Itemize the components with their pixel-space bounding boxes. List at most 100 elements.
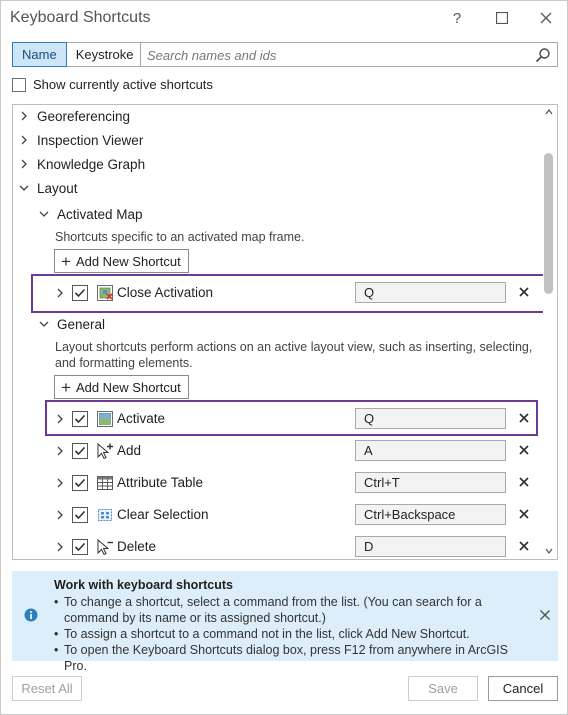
chevron-right-icon[interactable] xyxy=(55,288,65,298)
chevron-down-icon[interactable] xyxy=(39,209,49,219)
command-checkbox[interactable] xyxy=(72,475,88,491)
info-bullet: • To open the Keyboard Shortcuts dialog b… xyxy=(54,643,508,673)
command-name: Close Activation xyxy=(117,285,214,300)
add-new-shortcut-button[interactable]: + Add New Shortcut xyxy=(54,375,189,399)
search-box xyxy=(140,42,558,67)
chevron-right-icon[interactable] xyxy=(55,542,65,552)
checkmark-icon xyxy=(74,288,86,298)
subgroup-activated-map[interactable]: Activated Map xyxy=(39,203,143,225)
group-label: Georeferencing xyxy=(37,108,131,124)
add-new-shortcut-label: Add New Shortcut xyxy=(75,379,181,395)
shortcut-key-field[interactable]: Q xyxy=(355,282,506,303)
command-checkbox[interactable] xyxy=(72,539,88,555)
chevron-right-icon[interactable] xyxy=(55,414,65,424)
show-active-label: Show currently active shortcuts xyxy=(33,77,213,92)
remove-shortcut-icon[interactable] xyxy=(516,284,532,300)
group-label: Layout xyxy=(37,180,78,196)
chevron-right-icon[interactable] xyxy=(19,159,29,169)
remove-shortcut-icon[interactable] xyxy=(516,538,532,554)
chevron-down-icon[interactable] xyxy=(19,183,29,193)
info-title: Work with keyboard shortcuts xyxy=(54,578,233,592)
plus-icon: + xyxy=(61,377,71,397)
subgroup-description: Layout shortcuts perform actions on an a… xyxy=(55,340,533,370)
command-row-delete[interactable]: Delete D xyxy=(13,533,543,559)
info-icon xyxy=(24,608,38,622)
maximize-icon[interactable] xyxy=(488,6,516,30)
shortcut-list-panel: Georeferencing Inspection Viewer Knowled… xyxy=(12,104,558,560)
scroll-up-icon[interactable] xyxy=(545,108,553,116)
keyboard-shortcuts-dialog: Keyboard Shortcuts ? Name Keystroke Show… xyxy=(0,0,568,715)
help-icon[interactable]: ? xyxy=(443,6,471,30)
add-new-shortcut-label: Add New Shortcut xyxy=(75,253,181,269)
reset-all-button[interactable]: Reset All xyxy=(12,676,82,701)
cancel-button[interactable]: Cancel xyxy=(488,676,558,701)
subgroup-label: General xyxy=(57,316,106,332)
command-name: Clear Selection xyxy=(117,507,209,522)
checkmark-icon xyxy=(74,542,86,552)
group-label: Inspection Viewer xyxy=(37,132,144,148)
plus-icon: + xyxy=(61,251,71,271)
command-checkbox[interactable] xyxy=(72,285,88,301)
command-name: Delete xyxy=(117,539,157,554)
chevron-right-icon[interactable] xyxy=(55,478,65,488)
chevron-right-icon[interactable] xyxy=(19,135,29,145)
checkmark-icon xyxy=(74,478,86,488)
info-bullets: • To change a shortcut, select a command … xyxy=(54,594,524,674)
scrollbar-thumb[interactable] xyxy=(544,153,553,294)
command-checkbox[interactable] xyxy=(72,411,88,427)
info-bullet: • To assign a shortcut to a command not i… xyxy=(54,627,470,641)
checkmark-icon xyxy=(74,510,86,520)
remove-shortcut-icon[interactable] xyxy=(516,474,532,490)
checkmark-icon xyxy=(74,446,86,456)
subgroup-description: Shortcuts specific to an activated map f… xyxy=(55,230,305,244)
command-checkbox[interactable] xyxy=(72,507,88,523)
sort-mode-toggle: Name Keystroke xyxy=(12,42,144,67)
show-active-checkbox[interactable] xyxy=(12,77,26,92)
chevron-down-icon[interactable] xyxy=(39,319,49,329)
shortcut-key-field[interactable]: A xyxy=(355,440,506,461)
shortcut-key-field[interactable]: Ctrl+T xyxy=(355,472,506,493)
scroll-down-icon[interactable] xyxy=(545,547,553,555)
group-georeferencing[interactable]: Georeferencing xyxy=(19,105,130,127)
chevron-right-icon[interactable] xyxy=(55,446,65,456)
remove-shortcut-icon[interactable] xyxy=(516,506,532,522)
dismiss-info-icon[interactable] xyxy=(539,609,551,621)
search-input[interactable] xyxy=(147,46,527,64)
command-row-add[interactable]: Add A xyxy=(13,437,543,465)
activate-map-icon xyxy=(97,411,113,427)
shortcut-key-field[interactable]: Q xyxy=(355,408,506,429)
delete-pointer-icon xyxy=(97,538,113,556)
show-active-shortcuts-option[interactable]: Show currently active shortcuts xyxy=(12,77,213,92)
save-button[interactable]: Save xyxy=(408,676,478,701)
command-row-attribute-table[interactable]: Attribute Table Ctrl+T xyxy=(13,469,543,497)
shortcut-key-field[interactable]: Ctrl+Backspace xyxy=(355,504,506,525)
remove-shortcut-icon[interactable] xyxy=(516,442,532,458)
subgroup-general[interactable]: General xyxy=(39,313,105,335)
command-row-activate[interactable]: Activate Q xyxy=(13,405,543,433)
tab-keystroke[interactable]: Keystroke xyxy=(66,42,144,67)
title-bar: Keyboard Shortcuts ? xyxy=(1,1,567,35)
group-layout[interactable]: Layout xyxy=(19,177,78,199)
group-label: Knowledge Graph xyxy=(37,156,146,172)
subgroup-label: Activated Map xyxy=(57,206,143,222)
group-knowledge-graph[interactable]: Knowledge Graph xyxy=(19,153,145,175)
add-new-shortcut-button[interactable]: + Add New Shortcut xyxy=(54,249,189,273)
window-title: Keyboard Shortcuts xyxy=(10,9,151,26)
tab-name[interactable]: Name xyxy=(12,42,67,67)
group-inspection-viewer[interactable]: Inspection Viewer xyxy=(19,129,143,151)
search-icon[interactable] xyxy=(535,47,551,63)
command-name: Attribute Table xyxy=(117,475,204,490)
chevron-right-icon[interactable] xyxy=(19,111,29,121)
remove-shortcut-icon[interactable] xyxy=(516,410,532,426)
info-bullet: • To change a shortcut, select a command … xyxy=(54,595,482,625)
info-panel: Work with keyboard shortcuts • To change … xyxy=(12,571,558,673)
command-row-close-activation[interactable]: Close Activation Q xyxy=(13,279,543,307)
chevron-right-icon[interactable] xyxy=(55,510,65,520)
add-pointer-icon xyxy=(97,442,113,460)
command-name: Add xyxy=(117,443,142,458)
table-icon xyxy=(97,476,113,490)
close-icon[interactable] xyxy=(532,6,560,30)
command-row-clear-selection[interactable]: Clear Selection Ctrl+Backspace xyxy=(13,501,543,529)
command-checkbox[interactable] xyxy=(72,443,88,459)
shortcut-key-field[interactable]: D xyxy=(355,536,506,557)
